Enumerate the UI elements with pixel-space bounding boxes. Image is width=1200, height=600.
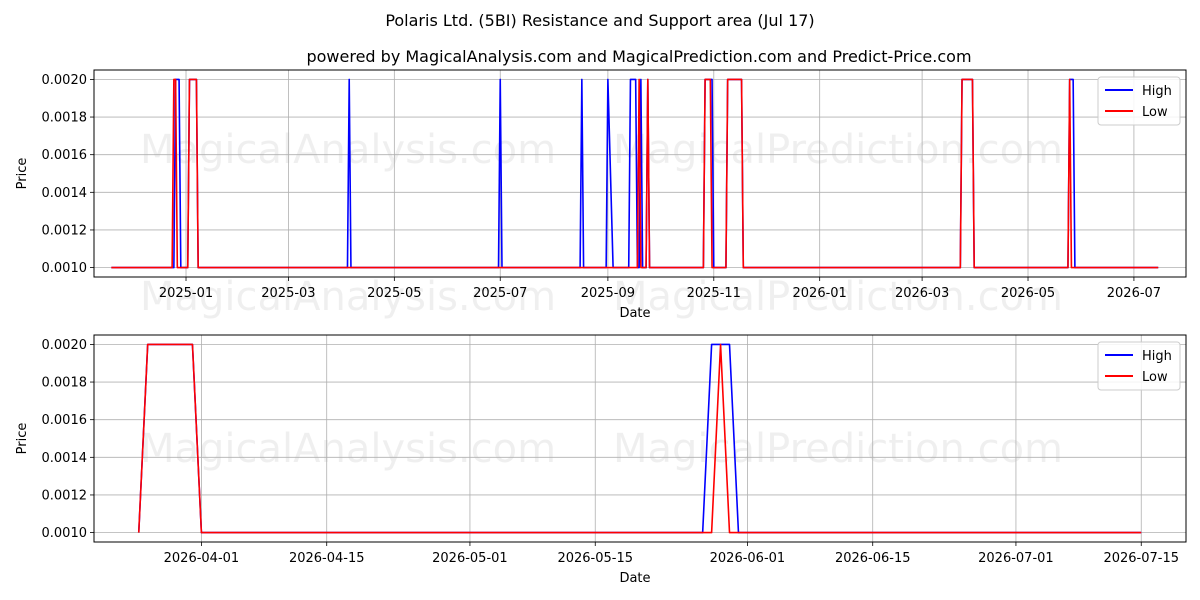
y-tick-label: 0.0012 <box>42 223 88 238</box>
legend: High Low <box>1097 341 1181 391</box>
x-tick-label: 2026-05-15 <box>557 551 633 566</box>
x-tick-label: 2026-04-01 <box>164 551 240 566</box>
x-tick-label: 2026-01 <box>793 286 847 301</box>
y-tick-label: 0.0014 <box>42 451 88 466</box>
x-tick-label: 2025-01 <box>159 286 213 301</box>
y-tick-label: 0.0020 <box>42 73 88 88</box>
series-line-low <box>111 78 1159 269</box>
x-tick-label: 2026-07-01 <box>978 551 1054 566</box>
x-tick-label: 2026-04-15 <box>289 551 365 566</box>
figure-canvas: Polaris Ltd. (5BI) Resistance and Suppor… <box>15 11 1187 586</box>
legend-label-high: High <box>1142 84 1172 99</box>
x-tick-label: 2025-03 <box>261 286 315 301</box>
upper-chart-panel: MagicalAnalysis.com MagicalPrediction.co… <box>15 69 1187 321</box>
chart-subtitle: powered by MagicalAnalysis.com and Magic… <box>306 47 971 66</box>
legend-label-low: Low <box>1142 370 1168 385</box>
legend-label-low: Low <box>1142 105 1168 120</box>
x-tick-label: 2026-07-15 <box>1103 551 1179 566</box>
x-tick-label: 2026-06-01 <box>710 551 786 566</box>
x-tick-label: 2025-09 <box>581 286 635 301</box>
series-line-high <box>111 78 1159 269</box>
y-axis-label: Price <box>15 423 30 455</box>
legend: High Low <box>1097 76 1181 126</box>
x-tick-label: 2025-07 <box>473 286 527 301</box>
x-tick-label: 2026-05-01 <box>432 551 508 566</box>
y-axis-label: Price <box>15 158 30 190</box>
x-tick-label: 2026-03 <box>895 286 949 301</box>
y-tick-label: 0.0020 <box>42 338 88 353</box>
chart-title: Polaris Ltd. (5BI) Resistance and Suppor… <box>385 11 814 30</box>
watermark-analysis: MagicalAnalysis.com <box>140 426 556 472</box>
x-tick-label: 2025-05 <box>367 286 421 301</box>
y-tick-label: 0.0016 <box>42 148 88 163</box>
x-axis-label: Date <box>619 306 650 321</box>
x-tick-label: 2026-06-15 <box>835 551 911 566</box>
y-tick-label: 0.0014 <box>42 186 88 201</box>
x-axis-label: Date <box>619 571 650 586</box>
x-tick-label: 2025-11 <box>687 286 741 301</box>
y-tick-label: 0.0010 <box>42 526 88 541</box>
y-tick-label: 0.0018 <box>42 111 88 126</box>
lower-chart-panel: MagicalAnalysis.com MagicalPrediction.co… <box>15 334 1187 586</box>
y-tick-label: 0.0012 <box>42 488 88 503</box>
watermark-prediction: MagicalPrediction.com <box>613 127 1063 173</box>
watermark-prediction: MagicalPrediction.com <box>613 426 1063 472</box>
y-tick-label: 0.0016 <box>42 413 88 428</box>
x-tick-label: 2026-05 <box>1001 286 1055 301</box>
y-tick-label: 0.0010 <box>42 261 88 276</box>
y-tick-label: 0.0018 <box>42 376 88 391</box>
legend-label-high: High <box>1142 349 1172 364</box>
x-tick-label: 2026-07 <box>1107 286 1161 301</box>
